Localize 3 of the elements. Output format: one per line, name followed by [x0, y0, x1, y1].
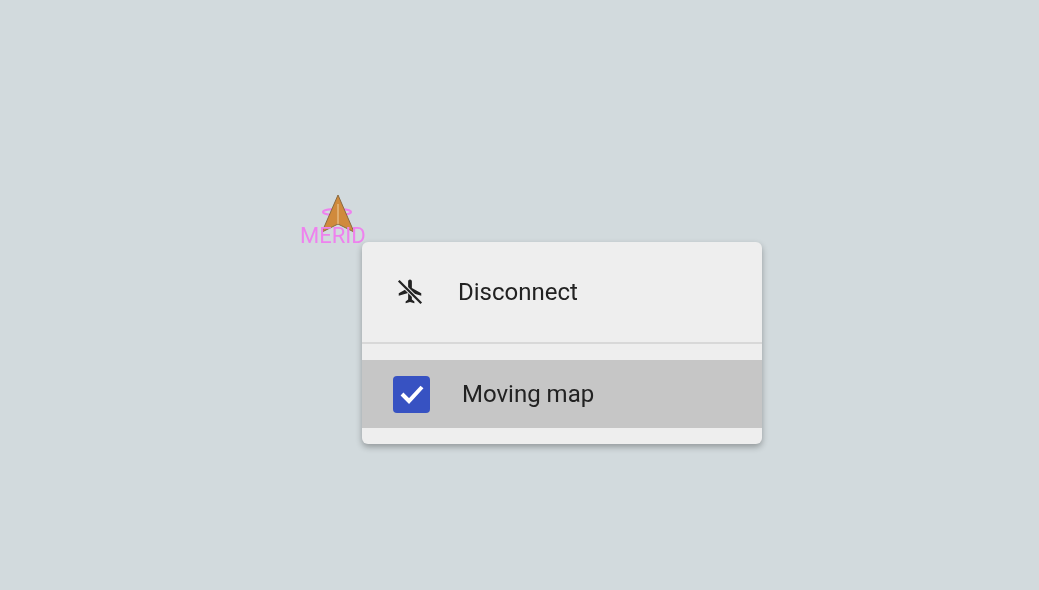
menu-item[interactable]: Moving map — [362, 360, 762, 428]
checkmark-icon — [398, 383, 425, 405]
checkbox[interactable] — [393, 375, 430, 413]
